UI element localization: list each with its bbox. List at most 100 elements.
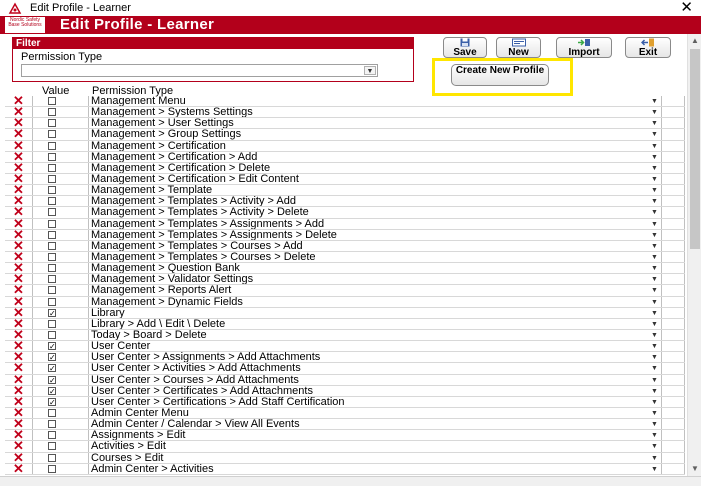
chevron-down-icon[interactable]: ▼ <box>648 309 661 318</box>
delete-x-icon[interactable]: ✕ <box>13 462 24 475</box>
permission-type-cell[interactable]: Management > Templates > Assignments > D… <box>89 229 662 240</box>
chevron-down-icon[interactable]: ▼ <box>648 153 661 162</box>
permission-type-cell[interactable]: Admin Center > Activities <box>89 463 662 474</box>
new-button[interactable]: New <box>496 37 541 58</box>
chevron-down-icon[interactable]: ▼ <box>648 409 661 418</box>
chevron-down-icon[interactable]: ▼ <box>648 331 661 340</box>
chevron-down-icon[interactable]: ▼ <box>648 164 661 173</box>
permission-type-cell[interactable]: Management > Templates > Courses > Delet… <box>89 251 662 263</box>
permission-type-cell[interactable]: Management > Question Bank <box>89 263 662 274</box>
chevron-down-icon[interactable]: ▼ <box>648 175 661 184</box>
value-checkbox[interactable] <box>48 230 56 239</box>
permission-type-cell[interactable]: Management > Templates > Courses > Add <box>89 240 662 251</box>
chevron-down-icon[interactable]: ▼ <box>648 286 661 295</box>
value-checkbox[interactable] <box>48 442 56 451</box>
value-checkbox[interactable]: ✓ <box>48 375 56 384</box>
create-new-profile-button[interactable]: Create New Profile <box>451 64 549 86</box>
permission-type-cell[interactable]: Management Menu <box>89 96 662 107</box>
chevron-down-icon[interactable]: ▼ <box>648 465 661 474</box>
permission-type-cell[interactable]: Courses > Edit <box>89 452 662 463</box>
permission-type-cell[interactable]: Management > Group Settings <box>89 129 662 140</box>
value-checkbox[interactable] <box>48 97 56 105</box>
permission-type-cell[interactable]: Library <box>89 307 662 318</box>
value-checkbox[interactable] <box>48 197 56 206</box>
permission-type-cell[interactable]: Admin Center / Calendar > View All Event… <box>89 419 662 430</box>
chevron-down-icon[interactable]: ▼ <box>648 242 661 251</box>
permission-type-cell[interactable]: Management > Template <box>89 185 662 196</box>
value-checkbox[interactable] <box>48 330 56 339</box>
permission-type-cell[interactable]: User Center > Courses > Add Attachments <box>89 374 662 385</box>
value-checkbox[interactable]: ✓ <box>48 342 56 351</box>
permission-type-cell[interactable]: Management > Templates > Activity > Dele… <box>89 207 662 218</box>
chevron-down-icon[interactable]: ▼ <box>648 454 661 463</box>
chevron-down-icon[interactable]: ▼ <box>648 364 661 373</box>
chevron-down-icon[interactable]: ▼ <box>648 186 661 195</box>
value-checkbox[interactable] <box>48 297 56 306</box>
permission-type-cell[interactable]: Library > Add \ Edit \ Delete <box>89 318 662 329</box>
chevron-down-icon[interactable]: ▼ <box>648 387 661 396</box>
value-checkbox[interactable] <box>48 453 56 462</box>
permission-type-cell[interactable]: User Center > Certifications > Add Staff… <box>89 396 662 407</box>
chevron-down-icon[interactable]: ▼ <box>648 197 661 206</box>
permission-type-cell[interactable]: Management > Reports Alert <box>89 285 662 296</box>
value-checkbox[interactable] <box>48 264 56 273</box>
permission-type-cell[interactable]: Management > Certification > Edit Conten… <box>89 173 662 185</box>
scrollbar-thumb[interactable] <box>690 49 700 249</box>
chevron-down-icon[interactable]: ▼ <box>648 320 661 329</box>
scroll-down-icon[interactable]: ▼ <box>688 462 701 476</box>
permission-type-cell[interactable]: User Center <box>89 341 662 352</box>
permission-type-cell[interactable]: Assignments > Edit <box>89 430 662 441</box>
value-checkbox[interactable] <box>48 152 56 161</box>
chevron-down-icon[interactable]: ▼ <box>648 420 661 429</box>
permission-type-cell[interactable]: Admin Center Menu <box>89 407 662 419</box>
value-checkbox[interactable] <box>48 241 56 250</box>
chevron-down-icon[interactable]: ▼ <box>648 253 661 262</box>
chevron-down-icon[interactable]: ▼ <box>648 97 661 106</box>
chevron-down-icon[interactable]: ▼ <box>648 142 661 151</box>
permission-type-cell[interactable]: Management > Certification > Delete <box>89 162 662 173</box>
chevron-down-icon[interactable]: ▼ <box>648 220 661 229</box>
value-checkbox[interactable] <box>48 252 56 261</box>
delete-row-cell[interactable]: ✕ <box>5 462 33 475</box>
value-checkbox[interactable] <box>48 420 56 429</box>
value-checkbox[interactable] <box>48 208 56 217</box>
chevron-down-icon[interactable]: ▼ <box>648 431 661 440</box>
permission-type-cell[interactable]: Management > Templates > Assignments > A… <box>89 218 662 229</box>
chevron-down-icon[interactable]: ▼ <box>648 231 661 240</box>
permission-type-cell[interactable]: Activities > Edit <box>89 441 662 452</box>
permission-type-cell[interactable]: User Center > Assignments > Add Attachme… <box>89 352 662 363</box>
chevron-down-icon[interactable]: ▼ <box>648 376 661 385</box>
value-checkbox[interactable]: ✓ <box>48 364 56 373</box>
value-checkbox[interactable]: ✓ <box>48 353 56 362</box>
permission-type-cell[interactable]: Management > Dynamic Fields <box>89 296 662 307</box>
chevron-down-icon[interactable]: ▼ <box>648 353 661 362</box>
permission-type-cell[interactable]: User Center > Activities > Add Attachmen… <box>89 363 662 374</box>
permission-type-filter-select[interactable]: ▼ <box>21 64 378 77</box>
chevron-down-icon[interactable]: ▼ <box>648 130 661 139</box>
chevron-down-icon[interactable]: ▼ <box>648 342 661 351</box>
value-checkbox[interactable] <box>48 186 56 195</box>
value-checkbox[interactable] <box>48 319 56 328</box>
permission-type-cell[interactable]: Management > Certification <box>89 140 662 151</box>
import-button[interactable]: Import <box>556 37 612 58</box>
permission-type-cell[interactable]: Management > Validator Settings <box>89 274 662 285</box>
chevron-down-icon[interactable]: ▼ <box>648 119 661 128</box>
chevron-down-icon[interactable]: ▼ <box>364 66 376 75</box>
permission-type-cell[interactable]: Management > Systems Settings <box>89 107 662 118</box>
permission-type-cell[interactable]: User Center > Certificates > Add Attachm… <box>89 385 662 396</box>
permission-type-cell[interactable]: Management > Certification > Add <box>89 151 662 162</box>
window-close-icon[interactable]: ✕ <box>680 0 693 16</box>
value-checkbox[interactable]: ✓ <box>48 308 56 317</box>
value-checkbox[interactable] <box>48 464 56 473</box>
permission-type-cell[interactable]: Management > User Settings <box>89 118 662 129</box>
value-checkbox[interactable] <box>48 431 56 440</box>
value-checkbox[interactable] <box>48 174 56 183</box>
value-checkbox[interactable] <box>48 130 56 139</box>
permission-type-cell[interactable]: Today > Board > Delete <box>89 329 662 341</box>
chevron-down-icon[interactable]: ▼ <box>648 398 661 407</box>
save-button[interactable]: Save <box>443 37 487 58</box>
value-checkbox[interactable] <box>48 108 56 117</box>
vertical-scrollbar[interactable]: ▲ ▼ <box>687 34 701 476</box>
value-checkbox[interactable]: ✓ <box>48 386 56 395</box>
value-checkbox[interactable] <box>48 286 56 295</box>
